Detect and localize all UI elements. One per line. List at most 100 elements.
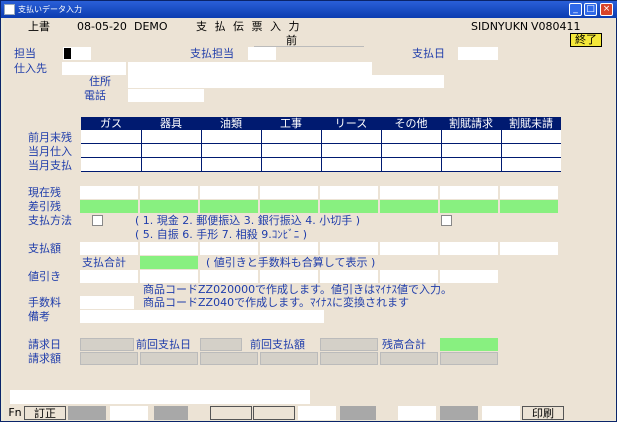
genzai-zan-kappu — [440, 186, 498, 199]
shiharai-gaku-yurui[interactable] — [200, 242, 258, 255]
mode-label: 上書 — [28, 20, 50, 33]
col-kouji: 工事 — [280, 117, 302, 130]
genzai-zan-kappu-mi — [500, 186, 558, 199]
jusho-label: 住所 — [89, 75, 111, 88]
nebiki-gas[interactable] — [80, 270, 138, 283]
date-label: 08-05-20 — [77, 20, 127, 33]
f6-key[interactable] — [253, 406, 295, 420]
genzai-zan-gas — [80, 186, 138, 199]
sashihiki-zan-kouji — [260, 200, 318, 213]
zandaka-goukei-field — [440, 338, 498, 351]
env-label: DEMO — [134, 20, 168, 33]
nebiki-lease[interactable] — [320, 270, 378, 283]
genzai-zan-kouji — [260, 186, 318, 199]
zenkai-shiharai-gaku-label: 前回支払額 — [250, 338, 305, 351]
row-label-shiharai: 当月支払 — [28, 159, 72, 172]
payment-methods-line2: ( 5. 自振 6. 手形 7. 相殺 9.ｺﾝﾋﾞﾆ ) — [135, 228, 308, 241]
zenkai-shiharai-bi-field — [200, 338, 242, 351]
col-kappu-miseikyu: 割賦未請 — [509, 117, 553, 130]
col-lease: リース — [334, 117, 368, 130]
f12-print-button[interactable]: 印刷 — [522, 406, 564, 420]
shiiresaki-label: 仕入先 — [14, 62, 47, 75]
shiharai-gaku-lease[interactable] — [320, 242, 378, 255]
shiharai-gaku-kigu[interactable] — [140, 242, 198, 255]
nebiki-yurui[interactable] — [200, 270, 258, 283]
f5-key[interactable] — [210, 406, 252, 420]
f11-key[interactable] — [482, 406, 520, 420]
program-id: SIDNYUKN — [471, 20, 529, 33]
sashihiki-zan-kappu — [440, 200, 498, 213]
grid-row-shiharai — [81, 158, 561, 172]
window-title: 支払いデータ入力 — [18, 5, 82, 14]
nebiki-label: 値引き — [28, 270, 61, 283]
version-label: V080411 — [531, 20, 581, 33]
f2-key[interactable] — [68, 406, 106, 420]
end-button[interactable]: 終了 — [570, 33, 602, 47]
function-key-bar: Fn 訂正 印刷 — [4, 406, 615, 420]
balance-grid-header: ガス 器具 油類 工事 リース その他 割賦請求 割賦未請 — [81, 117, 561, 130]
col-yurui: 油類 — [220, 117, 242, 130]
shiharai-houhou-label: 支払方法 — [28, 214, 72, 227]
shiiresaki-code-input[interactable] — [62, 62, 126, 75]
bikou-input[interactable] — [80, 310, 324, 323]
sashihiki-zan-gas — [80, 200, 138, 213]
shiharai-houhou-sub-input[interactable] — [441, 215, 452, 226]
shiharai-gaku-kappu[interactable] — [440, 242, 498, 255]
f8-key[interactable] — [340, 406, 376, 420]
goukei-note: ( 値引きと手数料も合算して表示 ) — [206, 256, 376, 269]
genzai-zan-lease — [320, 186, 378, 199]
genzai-zan-yurui — [200, 186, 258, 199]
shiharai-gaku-gas[interactable] — [80, 242, 138, 255]
form-area: 上書 08-05-20 DEMO 支 払 伝 票 入 力 前 SIDNYUKN … — [4, 18, 615, 420]
text-cursor — [64, 48, 71, 59]
seikyu-gaku-yurui — [200, 352, 258, 365]
genzai-zan-label: 現在残 — [28, 186, 61, 199]
close-button[interactable]: × — [600, 3, 613, 16]
message-area — [10, 390, 310, 404]
f1-teisei-button[interactable]: 訂正 — [24, 406, 66, 420]
shiharai-bi-input[interactable] — [458, 47, 498, 60]
payment-methods-line1: ( 1. 現金 2. 郵便振込 3. 銀行振込 4. 小切手 ) — [135, 214, 361, 227]
f4-key[interactable] — [154, 406, 188, 420]
shiharai-tantou-input[interactable] — [248, 47, 276, 60]
nebiki-kouji[interactable] — [260, 270, 318, 283]
seikyu-gaku-kappu — [440, 352, 498, 365]
zenkai-shiharai-gaku-field — [320, 338, 378, 351]
fn-label: Fn — [8, 406, 22, 419]
row-label-shiire: 当月仕入 — [28, 145, 72, 158]
nebiki-sonota[interactable] — [380, 270, 438, 283]
tesuryo-input[interactable] — [80, 296, 134, 309]
nebiki-kappu[interactable] — [440, 270, 498, 283]
genzai-zan-kigu — [140, 186, 198, 199]
col-sonota: その他 — [394, 117, 428, 130]
app-icon — [4, 4, 15, 15]
sashihiki-zan-lease — [320, 200, 378, 213]
shiharai-gaku-kappu-mi[interactable] — [500, 242, 558, 255]
grid-row-zengetsu — [81, 130, 561, 144]
f7-key[interactable] — [298, 406, 336, 420]
tantou-input[interactable] — [63, 47, 91, 60]
grid-row-shiire — [81, 144, 561, 158]
nebiki-kigu[interactable] — [140, 270, 198, 283]
application-window: 支払いデータ入力 _ □ × 上書 08-05-20 DEMO 支 払 伝 票 … — [0, 0, 617, 422]
shiharai-gaku-sonota[interactable] — [380, 242, 438, 255]
tesuryo-label: 手数料 — [28, 296, 61, 309]
row-label-zengetsu: 前月末残 — [28, 131, 72, 144]
seikyu-gaku-lease — [320, 352, 378, 365]
maximize-button[interactable]: □ — [584, 3, 597, 16]
tesuryo-note: 商品コードZZ040で作成します。ﾏｲﾅｽに変換されます — [143, 296, 409, 309]
seikyu-gaku-sonota — [380, 352, 438, 365]
shiharai-bi-label: 支払日 — [412, 47, 445, 60]
minimize-button[interactable]: _ — [569, 3, 582, 16]
shiharai-houhou-input[interactable] — [92, 215, 103, 226]
shiiresaki-name-input[interactable] — [128, 62, 372, 75]
shiharai-gaku-kouji[interactable] — [260, 242, 318, 255]
seikyu-bi-field — [80, 338, 134, 351]
seikyu-gaku-kigu — [140, 352, 198, 365]
tantou-label: 担当 — [14, 47, 36, 60]
f3-key[interactable] — [110, 406, 148, 420]
genzai-zan-sonota — [380, 186, 438, 199]
f10-key[interactable] — [440, 406, 478, 420]
title-bar: 支払いデータ入力 _ □ × — [1, 1, 617, 18]
f9-key[interactable] — [398, 406, 436, 420]
